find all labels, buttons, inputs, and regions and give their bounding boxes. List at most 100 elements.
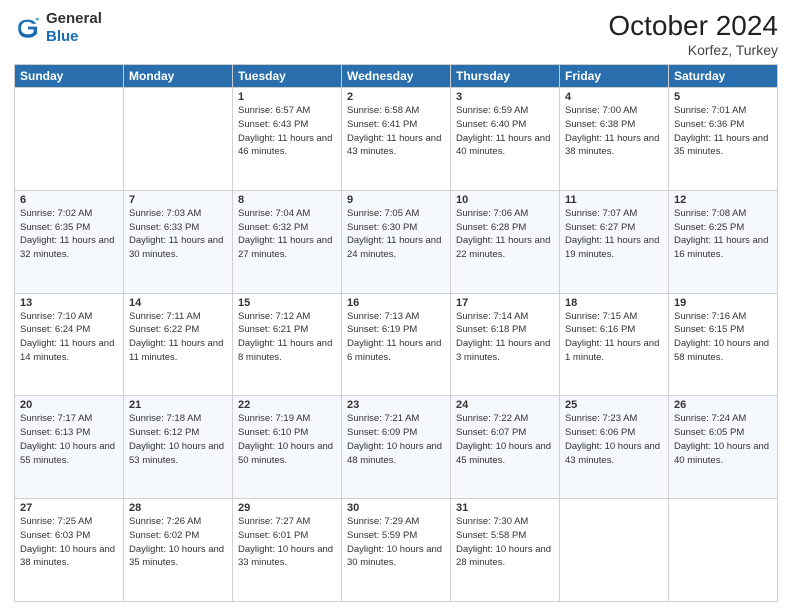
- logo-icon: [14, 14, 42, 42]
- day-number: 15: [238, 297, 336, 309]
- day-number: 2: [347, 91, 445, 103]
- day-number: 9: [347, 194, 445, 206]
- day-number: 29: [238, 502, 336, 514]
- day-cell: [560, 499, 669, 602]
- weekday-header-row: SundayMondayTuesdayWednesdayThursdayFrid…: [15, 65, 778, 88]
- day-info: Sunrise: 7:22 AMSunset: 6:07 PMDaylight:…: [456, 412, 554, 467]
- day-number: 17: [456, 297, 554, 309]
- day-cell: 27Sunrise: 7:25 AMSunset: 6:03 PMDayligh…: [15, 499, 124, 602]
- day-info: Sunrise: 7:26 AMSunset: 6:02 PMDaylight:…: [129, 515, 227, 570]
- day-info: Sunrise: 7:04 AMSunset: 6:32 PMDaylight:…: [238, 207, 336, 262]
- day-number: 5: [674, 91, 772, 103]
- day-cell: 10Sunrise: 7:06 AMSunset: 6:28 PMDayligh…: [451, 190, 560, 293]
- day-cell: 6Sunrise: 7:02 AMSunset: 6:35 PMDaylight…: [15, 190, 124, 293]
- day-cell: 3Sunrise: 6:59 AMSunset: 6:40 PMDaylight…: [451, 88, 560, 191]
- day-info: Sunrise: 7:25 AMSunset: 6:03 PMDaylight:…: [20, 515, 118, 570]
- day-number: 20: [20, 399, 118, 411]
- day-info: Sunrise: 7:07 AMSunset: 6:27 PMDaylight:…: [565, 207, 663, 262]
- day-info: Sunrise: 7:06 AMSunset: 6:28 PMDaylight:…: [456, 207, 554, 262]
- day-info: Sunrise: 7:05 AMSunset: 6:30 PMDaylight:…: [347, 207, 445, 262]
- day-info: Sunrise: 7:24 AMSunset: 6:05 PMDaylight:…: [674, 412, 772, 467]
- day-info: Sunrise: 7:27 AMSunset: 6:01 PMDaylight:…: [238, 515, 336, 570]
- day-number: 11: [565, 194, 663, 206]
- day-cell: 30Sunrise: 7:29 AMSunset: 5:59 PMDayligh…: [342, 499, 451, 602]
- week-row-4: 20Sunrise: 7:17 AMSunset: 6:13 PMDayligh…: [15, 396, 778, 499]
- day-info: Sunrise: 6:58 AMSunset: 6:41 PMDaylight:…: [347, 104, 445, 159]
- day-info: Sunrise: 7:00 AMSunset: 6:38 PMDaylight:…: [565, 104, 663, 159]
- day-number: 23: [347, 399, 445, 411]
- day-cell: 14Sunrise: 7:11 AMSunset: 6:22 PMDayligh…: [124, 293, 233, 396]
- day-info: Sunrise: 7:12 AMSunset: 6:21 PMDaylight:…: [238, 310, 336, 365]
- day-cell: 11Sunrise: 7:07 AMSunset: 6:27 PMDayligh…: [560, 190, 669, 293]
- day-info: Sunrise: 7:13 AMSunset: 6:19 PMDaylight:…: [347, 310, 445, 365]
- day-number: 19: [674, 297, 772, 309]
- day-number: 10: [456, 194, 554, 206]
- day-cell: 19Sunrise: 7:16 AMSunset: 6:15 PMDayligh…: [669, 293, 778, 396]
- day-cell: 24Sunrise: 7:22 AMSunset: 6:07 PMDayligh…: [451, 396, 560, 499]
- title-section: October 2024 Korfez, Turkey: [608, 10, 778, 58]
- day-cell: 7Sunrise: 7:03 AMSunset: 6:33 PMDaylight…: [124, 190, 233, 293]
- week-row-5: 27Sunrise: 7:25 AMSunset: 6:03 PMDayligh…: [15, 499, 778, 602]
- page: General Blue October 2024 Korfez, Turkey…: [0, 0, 792, 612]
- day-info: Sunrise: 7:23 AMSunset: 6:06 PMDaylight:…: [565, 412, 663, 467]
- day-cell: 31Sunrise: 7:30 AMSunset: 5:58 PMDayligh…: [451, 499, 560, 602]
- day-cell: 17Sunrise: 7:14 AMSunset: 6:18 PMDayligh…: [451, 293, 560, 396]
- day-cell: 20Sunrise: 7:17 AMSunset: 6:13 PMDayligh…: [15, 396, 124, 499]
- day-number: 28: [129, 502, 227, 514]
- day-cell: 23Sunrise: 7:21 AMSunset: 6:09 PMDayligh…: [342, 396, 451, 499]
- day-number: 24: [456, 399, 554, 411]
- day-number: 26: [674, 399, 772, 411]
- day-number: 22: [238, 399, 336, 411]
- day-cell: 1Sunrise: 6:57 AMSunset: 6:43 PMDaylight…: [233, 88, 342, 191]
- day-info: Sunrise: 7:17 AMSunset: 6:13 PMDaylight:…: [20, 412, 118, 467]
- day-info: Sunrise: 7:14 AMSunset: 6:18 PMDaylight:…: [456, 310, 554, 365]
- day-info: Sunrise: 7:21 AMSunset: 6:09 PMDaylight:…: [347, 412, 445, 467]
- day-cell: 28Sunrise: 7:26 AMSunset: 6:02 PMDayligh…: [124, 499, 233, 602]
- day-number: 18: [565, 297, 663, 309]
- day-number: 27: [20, 502, 118, 514]
- weekday-header-tuesday: Tuesday: [233, 65, 342, 88]
- day-cell: 25Sunrise: 7:23 AMSunset: 6:06 PMDayligh…: [560, 396, 669, 499]
- day-info: Sunrise: 7:03 AMSunset: 6:33 PMDaylight:…: [129, 207, 227, 262]
- day-number: 12: [674, 194, 772, 206]
- day-cell: 2Sunrise: 6:58 AMSunset: 6:41 PMDaylight…: [342, 88, 451, 191]
- day-number: 31: [456, 502, 554, 514]
- day-info: Sunrise: 7:16 AMSunset: 6:15 PMDaylight:…: [674, 310, 772, 365]
- day-info: Sunrise: 7:19 AMSunset: 6:10 PMDaylight:…: [238, 412, 336, 467]
- day-info: Sunrise: 6:57 AMSunset: 6:43 PMDaylight:…: [238, 104, 336, 159]
- day-info: Sunrise: 7:11 AMSunset: 6:22 PMDaylight:…: [129, 310, 227, 365]
- logo: General Blue: [14, 10, 102, 46]
- day-number: 16: [347, 297, 445, 309]
- day-cell: 16Sunrise: 7:13 AMSunset: 6:19 PMDayligh…: [342, 293, 451, 396]
- weekday-header-saturday: Saturday: [669, 65, 778, 88]
- day-number: 25: [565, 399, 663, 411]
- day-cell: 26Sunrise: 7:24 AMSunset: 6:05 PMDayligh…: [669, 396, 778, 499]
- day-cell: 8Sunrise: 7:04 AMSunset: 6:32 PMDaylight…: [233, 190, 342, 293]
- day-cell: 15Sunrise: 7:12 AMSunset: 6:21 PMDayligh…: [233, 293, 342, 396]
- weekday-header-monday: Monday: [124, 65, 233, 88]
- day-cell: 18Sunrise: 7:15 AMSunset: 6:16 PMDayligh…: [560, 293, 669, 396]
- day-cell: 9Sunrise: 7:05 AMSunset: 6:30 PMDaylight…: [342, 190, 451, 293]
- day-cell: [15, 88, 124, 191]
- week-row-3: 13Sunrise: 7:10 AMSunset: 6:24 PMDayligh…: [15, 293, 778, 396]
- day-info: Sunrise: 7:02 AMSunset: 6:35 PMDaylight:…: [20, 207, 118, 262]
- day-number: 13: [20, 297, 118, 309]
- day-cell: 22Sunrise: 7:19 AMSunset: 6:10 PMDayligh…: [233, 396, 342, 499]
- day-number: 4: [565, 91, 663, 103]
- day-number: 6: [20, 194, 118, 206]
- day-cell: [124, 88, 233, 191]
- week-row-1: 1Sunrise: 6:57 AMSunset: 6:43 PMDaylight…: [15, 88, 778, 191]
- day-number: 7: [129, 194, 227, 206]
- week-row-2: 6Sunrise: 7:02 AMSunset: 6:35 PMDaylight…: [15, 190, 778, 293]
- day-cell: 29Sunrise: 7:27 AMSunset: 6:01 PMDayligh…: [233, 499, 342, 602]
- day-number: 8: [238, 194, 336, 206]
- day-info: Sunrise: 7:01 AMSunset: 6:36 PMDaylight:…: [674, 104, 772, 159]
- day-cell: 21Sunrise: 7:18 AMSunset: 6:12 PMDayligh…: [124, 396, 233, 499]
- day-info: Sunrise: 6:59 AMSunset: 6:40 PMDaylight:…: [456, 104, 554, 159]
- weekday-header-friday: Friday: [560, 65, 669, 88]
- day-cell: 4Sunrise: 7:00 AMSunset: 6:38 PMDaylight…: [560, 88, 669, 191]
- day-number: 21: [129, 399, 227, 411]
- day-cell: 5Sunrise: 7:01 AMSunset: 6:36 PMDaylight…: [669, 88, 778, 191]
- day-number: 14: [129, 297, 227, 309]
- day-info: Sunrise: 7:18 AMSunset: 6:12 PMDaylight:…: [129, 412, 227, 467]
